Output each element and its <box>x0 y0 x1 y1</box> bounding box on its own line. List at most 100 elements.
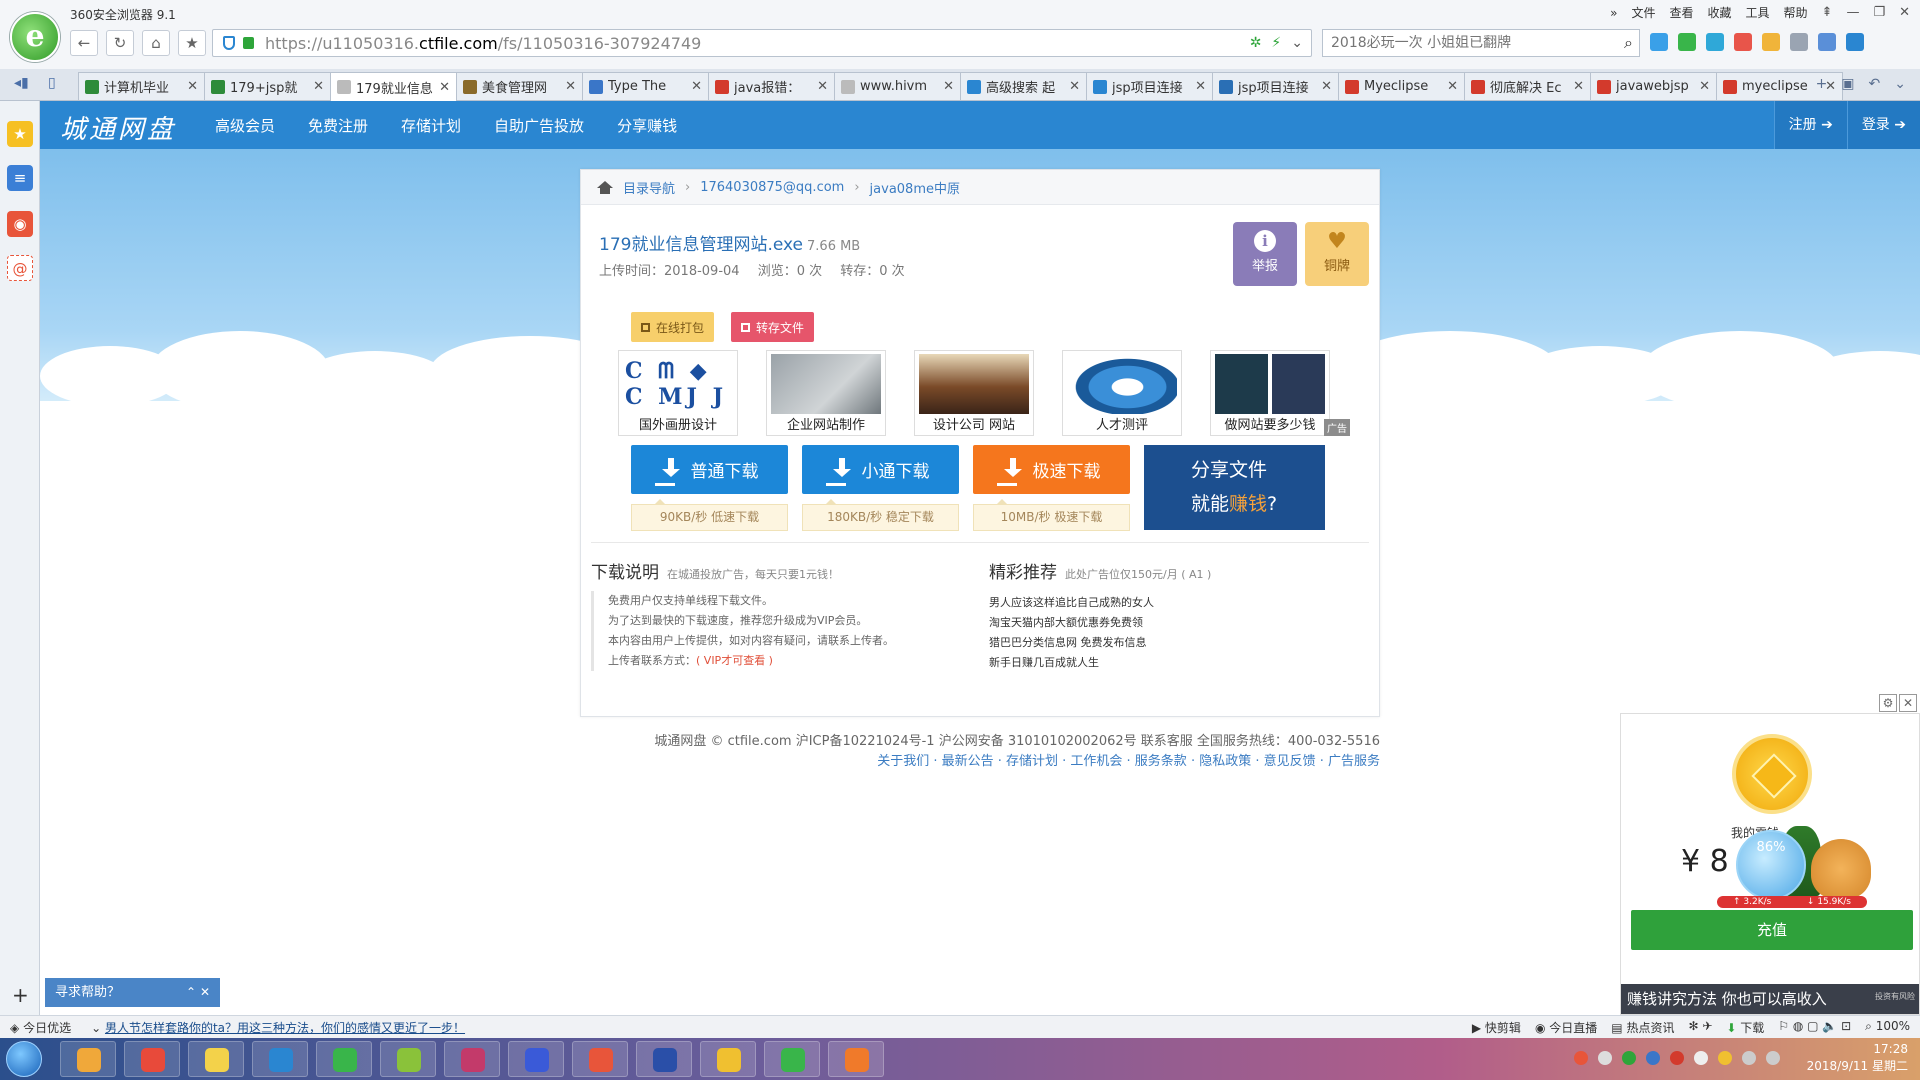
tab-close-icon[interactable]: ✕ <box>1447 79 1458 94</box>
news-icon[interactable]: ≡ <box>7 165 33 191</box>
tab[interactable]: jsp项目连接 ✕ <box>1086 72 1213 100</box>
taskbar-app-icon[interactable] <box>188 1041 244 1077</box>
translate-icon[interactable] <box>1734 33 1752 51</box>
menu-favorites[interactable]: 收藏 <box>1707 4 1731 21</box>
shield-ext-icon[interactable] <box>1706 33 1724 51</box>
zoom-level[interactable]: ⌕ 100% <box>1865 1019 1910 1036</box>
new-tab-icon[interactable]: + <box>1816 76 1828 92</box>
browser-logo-icon[interactable]: e <box>10 12 60 62</box>
sidebar-toggle-icon[interactable]: ◂▮ <box>14 75 29 91</box>
tab[interactable]: Type The ✕ <box>582 72 709 100</box>
reader-icon[interactable] <box>1678 33 1696 51</box>
breadcrumb-user[interactable]: 1764030875@qq.com <box>700 180 844 195</box>
close-window-icon[interactable]: ✕ <box>1899 5 1910 20</box>
online-pack-button[interactable]: 在线打包 <box>631 312 715 342</box>
phone-icon[interactable] <box>1846 33 1864 51</box>
taskbar-app-icon[interactable] <box>572 1041 628 1077</box>
nav-premium[interactable]: 高级会员 <box>215 115 275 136</box>
taskbar-app-icon[interactable] <box>380 1041 436 1077</box>
side-ad-banner[interactable]: 赚钱讲究方法 你也可以高收入 投资有风险 <box>1621 984 1919 1014</box>
medal-badge[interactable]: ♥ 铜牌 <box>1305 222 1369 286</box>
tab-close-icon[interactable]: ✕ <box>439 80 450 95</box>
nav-share-earn[interactable]: 分享赚钱 <box>617 115 677 136</box>
speedup-icon[interactable]: ✲ <box>1250 35 1262 51</box>
vip-contact-link[interactable]: ( VIP才可查看 ) <box>696 654 773 667</box>
side-ad[interactable]: ⚙ ✕ 我的零钱 ¥ 8 86% ↑ 3.2K/s ↓ 15.9K/s 充值 赚… <box>1620 694 1920 1015</box>
tab[interactable]: javawebjsp ✕ <box>1590 72 1717 100</box>
volume-icon[interactable] <box>1766 1051 1780 1065</box>
tab-menu-icon[interactable]: ⌄ <box>1894 76 1906 92</box>
help-widget[interactable]: 寻求帮助？ ⌃ ✕ <box>45 978 220 1007</box>
tab[interactable]: 美食管理网 ✕ <box>456 72 583 100</box>
ad-item[interactable]: 做网站要多少钱 <box>1210 350 1330 436</box>
tab[interactable]: 179就业信息 ✕ <box>330 72 457 101</box>
misc-status-icons[interactable]: ⚐ ◍ ▢ 🔈 ⊡ <box>1778 1019 1851 1036</box>
url-text[interactable]: https://u11050316.ctfile.com/fs/11050316… <box>265 34 701 53</box>
tab[interactable]: 计算机毕业 ✕ <box>78 72 205 100</box>
recommend-link[interactable]: 淘宝天猫内部大额优惠券免费领 <box>989 613 1369 633</box>
ad-close-icon[interactable]: ✕ <box>1899 694 1917 712</box>
taskbar-app-icon[interactable] <box>700 1041 756 1077</box>
tray-icon[interactable] <box>1670 1051 1684 1065</box>
search-icon[interactable]: ⌕ <box>1624 33 1633 53</box>
footer-links[interactable]: 关于我们 · 最新公告 · 存储计划 · 工作机会 · 服务条款 · 隐私政策 … <box>580 752 1380 772</box>
tab-close-icon[interactable]: ✕ <box>1573 79 1584 94</box>
taskbar-app-icon[interactable] <box>60 1041 116 1077</box>
ad-item[interactable]: 企业网站制作 <box>766 350 886 436</box>
undo-close-icon[interactable]: ↶ <box>1869 76 1881 92</box>
tray-icon[interactable] <box>1646 1051 1660 1065</box>
tab-close-icon[interactable]: ✕ <box>943 79 954 94</box>
menu-view[interactable]: 查看 <box>1669 4 1693 21</box>
network-icon[interactable] <box>1742 1051 1756 1065</box>
tab-close-icon[interactable]: ✕ <box>565 79 576 94</box>
site-logo[interactable]: 城通网盘 <box>60 109 176 146</box>
hot-news-button[interactable]: ▤ 热点资讯 <box>1611 1019 1674 1036</box>
menu-tools[interactable]: 工具 <box>1746 4 1770 21</box>
zoom-icon[interactable] <box>1818 33 1836 51</box>
taskbar-app-icon[interactable] <box>252 1041 308 1077</box>
search-input[interactable] <box>1323 30 1593 56</box>
save-file-button[interactable]: 转存文件 <box>731 312 815 342</box>
tab[interactable]: www.hivm ✕ <box>834 72 961 100</box>
address-bar[interactable]: https://u11050316.ctfile.com/fs/11050316… <box>212 29 1312 57</box>
start-button[interactable] <box>6 1041 42 1077</box>
tab[interactable]: 179+jsp就 ✕ <box>204 72 331 100</box>
register-button[interactable]: 注册 ➔ <box>1773 101 1847 149</box>
tab-close-icon[interactable]: ✕ <box>691 79 702 94</box>
taskbar-app-icon[interactable] <box>124 1041 180 1077</box>
add-sidebar-icon[interactable]: + <box>12 983 29 1007</box>
taskbar-app-icon[interactable] <box>636 1041 692 1077</box>
quick-edit-button[interactable]: ▶ 快剪辑 <box>1472 1019 1521 1036</box>
tray-icon[interactable] <box>1622 1051 1636 1065</box>
bookmark-star-icon[interactable]: ★ <box>178 30 206 56</box>
tab[interactable]: java报错： ✕ <box>708 72 835 100</box>
recommend-link[interactable]: 男人应该这样追比自己成熟的女人 <box>989 593 1369 613</box>
nav-storage-plan[interactable]: 存储计划 <box>401 115 461 136</box>
bolt-icon[interactable]: ⚡ <box>1271 35 1281 51</box>
menu-help[interactable]: 帮助 <box>1784 4 1808 21</box>
download-status-button[interactable]: ⬇ 下载 <box>1726 1019 1764 1036</box>
tab[interactable]: Myeclipse ✕ <box>1338 72 1465 100</box>
favorites-star-icon[interactable]: ★ <box>7 121 33 147</box>
minimize-icon[interactable]: — <box>1846 5 1859 20</box>
tab-close-icon[interactable]: ✕ <box>1699 79 1710 94</box>
taskbar-app-icon[interactable] <box>828 1041 884 1077</box>
tray-icon[interactable] <box>1718 1051 1732 1065</box>
recommend-link[interactable]: 猎巴巴分类信息网 免费发布信息 <box>989 633 1369 653</box>
refresh-icon[interactable]: ↻ <box>106 30 134 56</box>
tab-close-icon[interactable]: ✕ <box>187 79 198 94</box>
tray-icon[interactable] <box>1598 1051 1612 1065</box>
home-icon[interactable] <box>597 180 613 194</box>
clock[interactable]: 17:28 2018/9/11 星期二 <box>1807 1041 1908 1075</box>
recommend-link[interactable]: 新手日赚几百成就人生 <box>989 653 1369 673</box>
live-button[interactable]: ◉ 今日直播 <box>1535 1019 1597 1036</box>
mail-at-icon[interactable]: @ <box>7 255 33 281</box>
restore-icon[interactable]: ❐ <box>1873 5 1885 20</box>
normal-download-button[interactable]: 普通下载 <box>631 445 788 494</box>
extra-status-icons[interactable]: ✻ ✈ <box>1688 1019 1712 1036</box>
back-icon[interactable]: ← <box>70 30 98 56</box>
today-picks[interactable]: ◈ 今日优选 <box>10 1019 71 1036</box>
nav-register-free[interactable]: 免费注册 <box>308 115 368 136</box>
small-download-button[interactable]: 小通下载 <box>802 445 959 494</box>
cut-icon[interactable] <box>1790 33 1808 51</box>
